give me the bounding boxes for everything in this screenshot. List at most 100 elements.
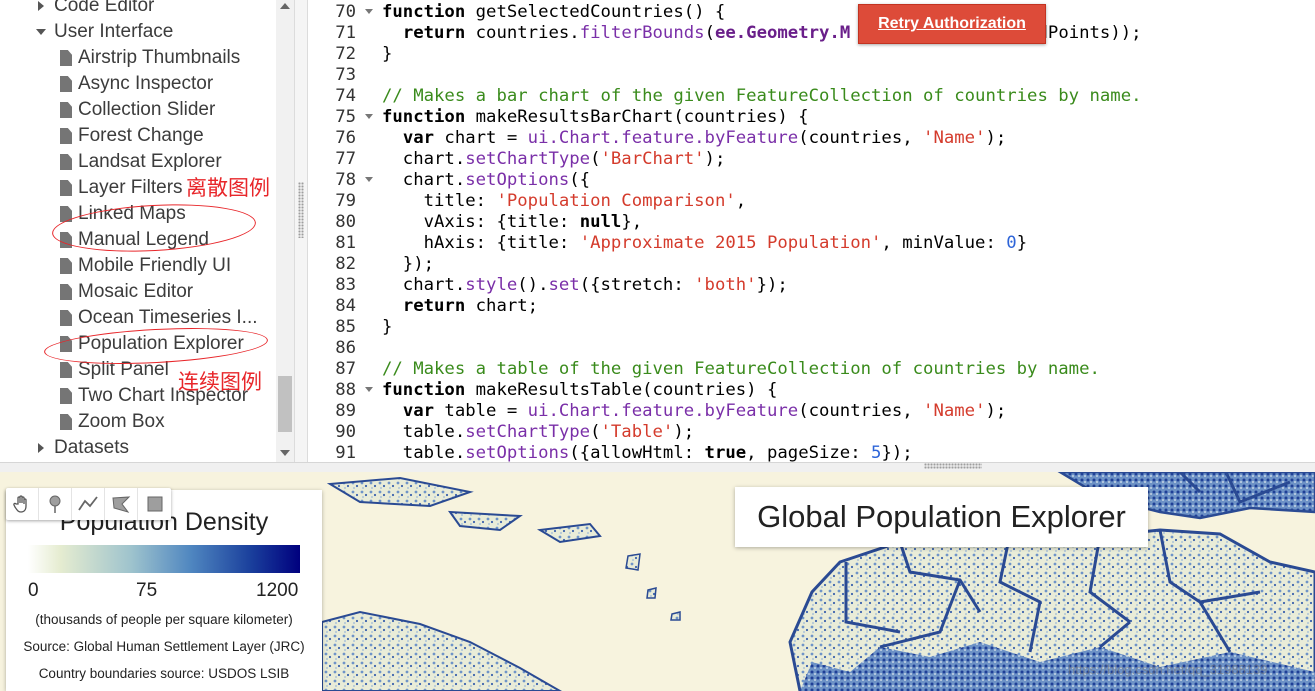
code-line[interactable]: 70 function getSelectedCountries() {	[308, 1, 1315, 22]
code-text: table.setOptions({allowHtml: true, pageS…	[382, 443, 913, 463]
tree-item-label: Landsat Explorer	[78, 151, 222, 172]
fold-gutter[interactable]	[356, 114, 382, 119]
code-line[interactable]: 90 table.setChartType('Table');	[308, 421, 1315, 442]
code-line[interactable]: 83 chart.style().set({stretch: 'both'});	[308, 274, 1315, 295]
tree-item-mobile-friendly-ui[interactable]: Mobile Friendly UI	[60, 253, 231, 279]
fold-arrow-icon[interactable]	[365, 387, 373, 392]
tree-item-collection-slider[interactable]: Collection Slider	[60, 97, 215, 123]
code-line[interactable]: 82 });	[308, 253, 1315, 274]
caret-right-icon	[38, 443, 44, 453]
line-number: 76	[335, 127, 356, 148]
code-line[interactable]: 81 hAxis: {title: 'Approximate 2015 Popu…	[308, 232, 1315, 253]
marker-icon	[49, 495, 61, 513]
file-icon	[60, 128, 72, 144]
code-token: chart;	[465, 295, 539, 316]
code-line[interactable]: 76 var chart = ui.Chart.feature.byFeatur…	[308, 127, 1315, 148]
code-token: (	[590, 148, 601, 169]
code-token: setChartType	[465, 148, 591, 169]
tree-item-mosaic-editor[interactable]: Mosaic Editor	[60, 279, 193, 305]
code-editor[interactable]: 70 function getSelectedCountries() {71 re…	[308, 0, 1315, 462]
line-number: 87	[335, 358, 356, 379]
scroll-down-icon[interactable]	[280, 450, 290, 456]
code-token: table.	[382, 421, 466, 442]
hand-icon	[13, 495, 27, 513]
rectangle-tool-button[interactable]	[138, 488, 171, 520]
app-title-panel: Global Population Explorer	[735, 487, 1148, 547]
code-text: var table = ui.Chart.feature.byFeature(c…	[382, 401, 1006, 421]
tree-item-label: Code Editor	[54, 0, 155, 16]
code-line[interactable]: 88 function makeResultsTable(countries) {	[308, 379, 1315, 400]
code-line[interactable]: 89 var table = ui.Chart.feature.byFeatur…	[308, 400, 1315, 421]
tree-item-datasets[interactable]: Datasets	[38, 435, 129, 461]
line-number: 88	[335, 379, 356, 400]
tree-item-label: Mobile Friendly UI	[78, 255, 232, 276]
tree-scrollbar-thumb[interactable]	[278, 376, 292, 432]
code-line[interactable]: 77 chart.setChartType('BarChart');	[308, 148, 1315, 169]
code-text: table.setChartType('Table');	[382, 422, 694, 442]
code-token: }	[382, 43, 393, 64]
line-number: 80	[335, 211, 356, 232]
code-token: 'BarChart'	[600, 148, 705, 169]
fold-gutter[interactable]	[356, 177, 382, 182]
code-line[interactable]: 78 chart.setOptions({	[308, 169, 1315, 190]
watermark: https://blog.csdn.net/qq_31988139	[1068, 662, 1268, 677]
tree-item-airstrip-thumbnails[interactable]: Airstrip Thumbnails	[60, 45, 240, 71]
splitter-grip-icon[interactable]	[924, 463, 982, 469]
polygon-tool-button[interactable]	[105, 488, 138, 520]
line-number: 78	[335, 169, 356, 190]
tree-item-ocean-timeseries-i[interactable]: Ocean Timeseries I...	[60, 305, 258, 331]
fold-gutter[interactable]	[356, 387, 382, 392]
tree-item-async-inspector[interactable]: Async Inspector	[60, 71, 213, 97]
scroll-up-icon[interactable]	[280, 3, 290, 9]
line-number: 82	[335, 253, 356, 274]
code-line[interactable]: 72}	[308, 43, 1315, 64]
code-token: );	[985, 127, 1007, 148]
line-number: 86	[335, 337, 356, 358]
file-icon	[60, 388, 72, 404]
code-line[interactable]: 80 vAxis: {title: null},	[308, 211, 1315, 232]
caret-down-icon	[36, 29, 46, 35]
line-tool-button[interactable]	[72, 488, 105, 520]
hand-tool-button[interactable]	[6, 488, 39, 520]
code-token: });	[382, 253, 435, 274]
code-line[interactable]: 74 // Makes a bar chart of the given Feat…	[308, 85, 1315, 106]
marker-tool-button[interactable]	[39, 488, 72, 520]
code-line[interactable]: 84 return chart;	[308, 295, 1315, 316]
code-line[interactable]: 73	[308, 64, 1315, 85]
code-line[interactable]: 85}	[308, 316, 1315, 337]
code-token: table.	[382, 442, 466, 463]
annotation-discrete-legend: 离散图例	[186, 176, 270, 200]
code-token: 'Population Comparison'	[496, 190, 736, 211]
code-token: , minValue:	[881, 232, 1007, 253]
code-token: ({	[569, 169, 591, 190]
code-token: 0	[1006, 232, 1017, 253]
annotation-continuous-legend: 连续图例	[178, 370, 262, 394]
code-text: vAxis: {title: null},	[382, 212, 643, 232]
line-number: 81	[335, 232, 356, 253]
code-token: filterBounds	[579, 22, 705, 43]
file-icon	[60, 362, 72, 378]
code-line[interactable]: 79 title: 'Population Comparison',	[308, 190, 1315, 211]
tree-item-zoom-box[interactable]: Zoom Box	[60, 409, 165, 435]
fold-arrow-icon[interactable]	[365, 9, 373, 14]
code-token: function	[382, 106, 466, 127]
tree-item-label: Mosaic Editor	[78, 281, 194, 302]
code-line[interactable]: 87 // Makes a table of the given FeatureC…	[308, 358, 1315, 379]
code-line[interactable]: 86	[308, 337, 1315, 358]
splitter-grip-icon[interactable]	[298, 182, 304, 238]
code-line[interactable]: 91 table.setOptions({allowHtml: true, pa…	[308, 442, 1315, 463]
tree-item-layer-filters[interactable]: Layer Filters	[60, 175, 183, 201]
tree-item-code-editor[interactable]: Code Editor	[38, 0, 154, 19]
horizontal-splitter[interactable]	[0, 462, 1315, 472]
code-token: 'Table'	[600, 421, 674, 442]
code-token: title:	[382, 190, 497, 211]
code-token: );	[673, 421, 695, 442]
fold-arrow-icon[interactable]	[365, 114, 373, 119]
fold-gutter[interactable]	[356, 9, 382, 14]
retry-authorization-button[interactable]: Retry Authorization	[858, 4, 1046, 44]
tree-item-user-interface[interactable]: User Interface	[36, 19, 173, 45]
fold-arrow-icon[interactable]	[365, 177, 373, 182]
tree-item-forest-change[interactable]: Forest Change	[60, 123, 204, 149]
code-line[interactable]: 75 function makeResultsBarChart(countries…	[308, 106, 1315, 127]
code-line[interactable]: 71 return countries.filterBounds(ee.Geom…	[308, 22, 1315, 43]
